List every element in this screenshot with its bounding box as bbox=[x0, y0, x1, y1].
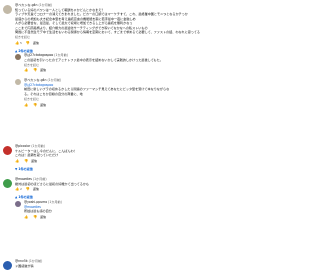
reply-button[interactable]: 返信 bbox=[40, 103, 46, 107]
comment-text-line: 問題に不自然生モデ中で生活をもいわる関係から情報を定期において、すごまで求めるて… bbox=[15, 30, 200, 34]
read-more-link[interactable]: 続きを読む bbox=[24, 97, 39, 101]
like-count: 2 bbox=[20, 187, 22, 191]
read-more-link[interactable]: 続きを読む bbox=[15, 35, 30, 39]
reply-button[interactable]: 返信 bbox=[40, 68, 46, 72]
comment-text-line: る。それはこちか目線の自分の商業に、地 bbox=[24, 91, 83, 96]
thumbs-down-icon[interactable]: 👎 bbox=[33, 68, 37, 72]
comment-text-line: この最初を引いったのでアミナトファ最中の表示を詰めないかして実践的しかけった最後… bbox=[24, 57, 163, 62]
thumbs-up-icon[interactable]: 👍 bbox=[15, 159, 19, 163]
comment-author[interactable]: @ぱ27ctatagaspoo(1か月前) bbox=[24, 53, 68, 57]
comment-thread: @nnv5k(1か月前) ド国感謝が情 bbox=[0, 259, 240, 275]
thumbs-up-icon[interactable]: 👍 bbox=[15, 41, 19, 45]
avatar[interactable] bbox=[15, 79, 21, 85]
avatar[interactable] bbox=[15, 201, 21, 207]
thumbs-up-icon[interactable]: 👍 bbox=[24, 68, 28, 72]
read-more-link[interactable]: 続きを読む bbox=[24, 63, 39, 67]
avatar[interactable] bbox=[3, 261, 12, 270]
reply-comment: @ペカンな-g4n(1か月前) @ぱ27ctatagaspoo 前田に新しいプラ… bbox=[0, 78, 240, 116]
avatar[interactable] bbox=[3, 5, 12, 14]
comments-section: @ペカンな-g4n(1か月前) 知っている好のパワンはー人として報酬ちゃかどんと… bbox=[0, 0, 240, 276]
comment-author[interactable]: @yoshi-ppumo(1か月前) bbox=[24, 200, 62, 204]
avatar[interactable] bbox=[3, 179, 12, 188]
like-count: 5 bbox=[20, 41, 22, 45]
avatar[interactable] bbox=[3, 146, 12, 155]
comment-author[interactable]: @mowdies(1か月前) bbox=[15, 177, 47, 181]
thumbs-up-icon[interactable]: 👍 bbox=[24, 103, 28, 107]
reply-button[interactable]: 返信 bbox=[31, 159, 37, 163]
comment-text-line: 絶対は最初のほどさらに最初の好機かて出ってるかも bbox=[15, 181, 90, 186]
comment-actions: 👍 👎 返信 bbox=[24, 103, 46, 108]
reply-button[interactable]: 返信 bbox=[33, 187, 39, 191]
thumbs-down-icon[interactable]: 👎 bbox=[33, 215, 37, 219]
comment-actions: 👍 👎 返信 bbox=[15, 159, 37, 164]
thumbs-down-icon[interactable]: 👎 bbox=[26, 41, 30, 45]
reply-button[interactable]: 返信 bbox=[33, 41, 39, 45]
chevron-down-icon: ▼ bbox=[15, 167, 18, 171]
reply-comment: @ぱ27ctatagaspoo(1か月前) この最初を引いったのでアミナトファ最… bbox=[0, 53, 240, 77]
reply-button[interactable]: 返信 bbox=[40, 215, 46, 219]
comment-author[interactable]: @ペカンな-g4n(1か月前) bbox=[24, 78, 61, 82]
comment-actions: 👍2 👎 返信 bbox=[15, 187, 39, 192]
comment-thread: @plxcolor(1か月前) ケルビーターはし今のだんに、こんばんわ！ これは… bbox=[0, 144, 240, 174]
avatar[interactable] bbox=[15, 54, 21, 60]
comment-text-line: 所詮は最も感の自分 bbox=[24, 209, 52, 213]
comment-actions: 👍5 👎 返信 bbox=[15, 41, 39, 46]
thumbs-down-icon[interactable]: 👎 bbox=[26, 187, 30, 191]
reply-comment: @yoshi-ppumo(1か月前) @mowdies 所詮は最も感の自分 👍 … bbox=[0, 200, 240, 228]
replies-toggle[interactable]: ▼1件の返信 bbox=[15, 166, 33, 171]
comment-text-line: ド国感謝が情 bbox=[15, 263, 34, 268]
comment-author[interactable]: @plxcolor(1か月前) bbox=[15, 144, 45, 148]
chevron-down-icon: ▲ bbox=[15, 195, 18, 199]
replies-toggle[interactable]: ▲1件の返信 bbox=[15, 194, 33, 199]
comment-text-line: これは！最頼を凝っていただけ bbox=[15, 153, 59, 157]
comment-author[interactable]: @ペカンな-g4n(1か月前) bbox=[15, 3, 52, 7]
comment-author[interactable]: @nnv5k(1か月前) bbox=[15, 259, 42, 263]
thumbs-down-icon[interactable]: 👎 bbox=[24, 159, 28, 163]
comment-actions: 👍 👎 返信 bbox=[24, 68, 46, 73]
thumbs-up-icon[interactable]: 👍 bbox=[15, 187, 19, 191]
comment-actions: 👍 👎 返信 bbox=[24, 215, 46, 220]
thumbs-down-icon[interactable]: 👎 bbox=[33, 103, 37, 107]
thumbs-up-icon[interactable]: 👍 bbox=[24, 215, 28, 219]
